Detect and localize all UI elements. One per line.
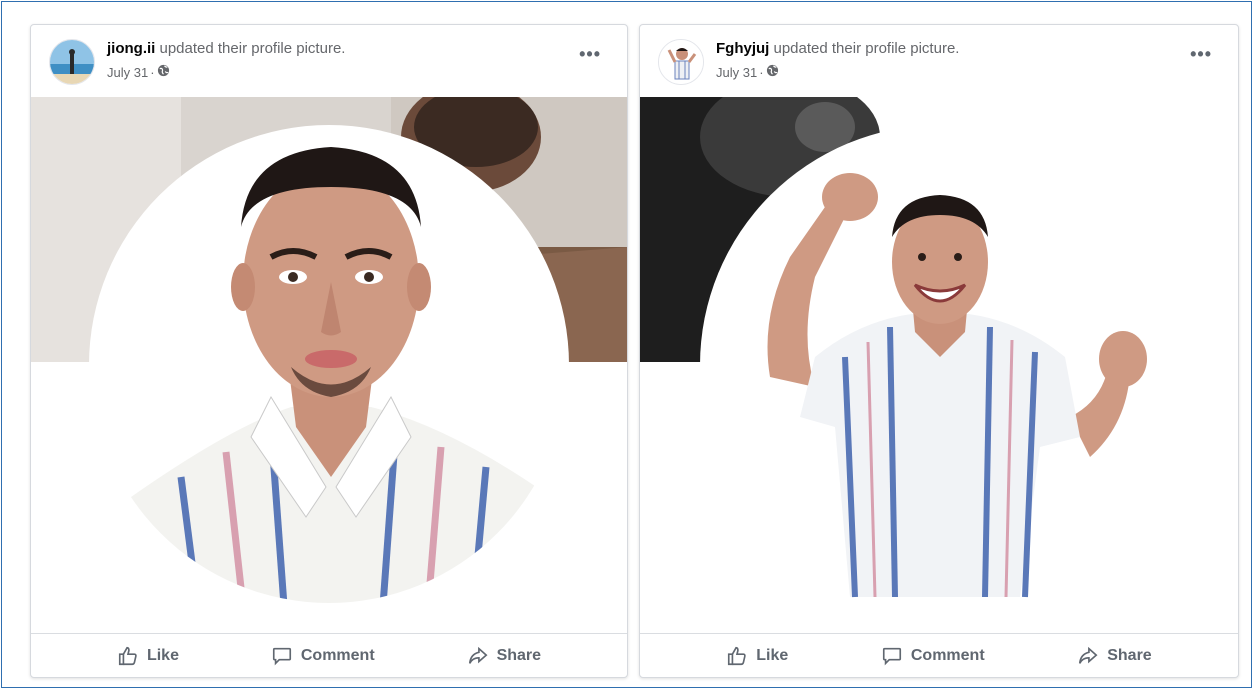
avatar-beach-image: [50, 40, 94, 84]
profile-picture-image[interactable]: [640, 97, 1238, 633]
post-header: Fghyjuj updated their profile picture. J…: [640, 25, 1238, 97]
post-date-link[interactable]: July 31: [107, 65, 148, 80]
comment-bubble-icon: [271, 645, 293, 667]
more-options-icon[interactable]: •••: [1190, 45, 1212, 63]
share-arrow-icon: [467, 645, 489, 667]
avatar[interactable]: [49, 39, 95, 85]
globe-icon: [766, 64, 779, 80]
screenshot-frame: jiong.ii updated their profile picture. …: [1, 1, 1252, 688]
thumbs-up-icon: [117, 645, 139, 667]
like-button[interactable]: Like: [117, 645, 179, 667]
post-title: jiong.ii updated their profile picture.: [107, 40, 345, 57]
globe-icon: [157, 64, 170, 80]
post-meta: July 31 ·: [107, 64, 170, 80]
share-label: Share: [1107, 646, 1152, 664]
post-meta: July 31 ·: [716, 64, 779, 80]
photo-illustration: [31, 97, 627, 605]
username-link[interactable]: Fghyjuj: [716, 40, 769, 57]
comment-button[interactable]: Comment: [881, 645, 985, 667]
thumbs-up-icon: [726, 645, 748, 667]
meta-separator: ·: [150, 64, 155, 80]
comment-bubble-icon: [881, 645, 903, 667]
post-card: Fghyjuj updated their profile picture. J…: [639, 24, 1239, 678]
post-action-text: updated their profile picture.: [773, 40, 960, 57]
like-label: Like: [756, 646, 789, 664]
profile-picture-image[interactable]: [31, 97, 627, 633]
photo-illustration: [640, 97, 1238, 605]
share-label: Share: [496, 646, 542, 664]
post-date-link[interactable]: July 31: [716, 65, 757, 80]
avatar[interactable]: [658, 39, 704, 85]
post-title: Fghyjuj updated their profile picture.: [716, 40, 959, 57]
like-button[interactable]: Like: [726, 645, 788, 667]
post-actions-bar: Like Comment Share: [640, 633, 1238, 677]
share-button[interactable]: Share: [467, 645, 541, 667]
post-actions-bar: Like Comment Share: [31, 633, 627, 677]
post-action-text: updated their profile picture.: [159, 40, 346, 57]
more-options-icon[interactable]: •••: [579, 45, 601, 63]
comment-button[interactable]: Comment: [271, 645, 375, 667]
like-label: Like: [146, 646, 179, 664]
avatar-man-image: [659, 40, 703, 84]
comment-label: Comment: [300, 646, 375, 664]
share-button[interactable]: Share: [1077, 645, 1152, 667]
share-arrow-icon: [1077, 645, 1099, 667]
comment-label: Comment: [910, 646, 985, 664]
post-card: jiong.ii updated their profile picture. …: [30, 24, 628, 678]
username-link[interactable]: jiong.ii: [107, 40, 155, 57]
meta-separator: ·: [759, 64, 764, 80]
post-header: jiong.ii updated their profile picture. …: [31, 25, 627, 97]
